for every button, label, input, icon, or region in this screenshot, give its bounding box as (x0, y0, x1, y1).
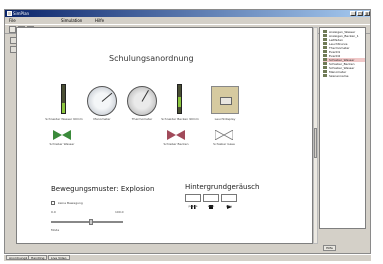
canvas[interactable]: Schulungsanordnung Schneider Wasser 90mm… (16, 27, 313, 244)
component-icon (323, 54, 327, 57)
slider-min-label: 0.0 (51, 210, 56, 214)
window-title: SimPlan (13, 11, 30, 16)
no-movement-label: keine Bewegung (58, 201, 83, 205)
slider-knob[interactable] (89, 219, 93, 225)
slider-caption: Mode (51, 228, 60, 232)
movement-slider[interactable] (51, 221, 123, 223)
component-icon (323, 42, 327, 45)
component-icon (323, 58, 327, 61)
pause-label: pause (188, 204, 198, 208)
component-label: Schneider Becken 90mm (161, 117, 199, 121)
menu-bar: File Simulation Hilfe (5, 17, 370, 24)
display-panel-icon[interactable] (211, 86, 239, 114)
component-label: Manometer (93, 117, 111, 121)
valve-green-icon[interactable] (53, 130, 71, 140)
tab-anordnung[interactable]: Anordnung1 (6, 255, 31, 260)
level-bar-icon[interactable] (177, 84, 182, 114)
tab-handling[interactable]: Handling (28, 255, 48, 260)
component-label: Schieber Wasser (49, 142, 75, 146)
manometer-gauge-icon[interactable] (87, 86, 117, 116)
help-button[interactable]: Hilfe (323, 245, 336, 251)
movement-title: Bewegungsmuster: Explosion (51, 185, 155, 193)
no-movement-checkbox[interactable] (51, 201, 55, 205)
close-button[interactable]: x (364, 11, 370, 16)
stop-label: stop (207, 204, 215, 208)
component-icon (323, 62, 327, 65)
stop-button[interactable] (203, 194, 219, 209)
menu-help[interactable]: Hilfe (95, 17, 104, 24)
play-label: play (225, 204, 233, 208)
level-bar-icon[interactable] (61, 84, 66, 114)
component-icon (323, 50, 327, 53)
thermometer-gauge-icon[interactable] (127, 86, 157, 116)
minimize-button[interactable]: _ (350, 11, 356, 16)
pause-button[interactable] (185, 194, 201, 209)
maximize-button[interactable]: □ (357, 11, 363, 16)
noise-title: Hintergrundgeräusch (185, 183, 260, 191)
tree-item[interactable]: Szenenname (323, 74, 365, 78)
scrollbar-thumb[interactable] (314, 128, 317, 158)
canvas-scrollbar[interactable] (313, 27, 318, 244)
valve-red-icon[interactable] (167, 130, 185, 140)
component-label: Thermometer (131, 117, 153, 121)
component-icon (323, 34, 327, 37)
component-tree: Anzeigen_Wasser Anzeigen_Becken_1 Leitfa… (323, 30, 365, 78)
component-icon (323, 66, 327, 69)
status-bar: Anordnung1 Handling Live Video (4, 254, 371, 261)
play-button[interactable] (221, 194, 237, 209)
component-label: Leuchtdisplay (214, 117, 236, 121)
component-label: Schieber Gase (213, 142, 235, 146)
component-icon (323, 38, 327, 41)
tab-live-video[interactable]: Live Video (48, 255, 70, 260)
menu-simulation[interactable]: Simulation (61, 17, 82, 24)
component-icon (323, 74, 327, 77)
component-label: Schneider Wasser 90mm (45, 117, 83, 121)
valve-grey-icon[interactable] (215, 130, 233, 140)
slider-max-label: 100.0 (115, 210, 124, 214)
component-icon (323, 30, 327, 33)
component-icon (323, 70, 327, 73)
component-tree-panel: Anzeigen_Wasser Anzeigen_Becken_1 Leitfa… (319, 27, 366, 229)
component-icon (323, 46, 327, 49)
tree-item-label: Szenenname (329, 74, 349, 78)
canvas-title: Schulungsanordnung (109, 54, 194, 63)
app-icon (7, 11, 12, 16)
new-icon[interactable] (9, 26, 16, 33)
component-label: Schieber Becken (163, 142, 189, 146)
menu-file[interactable]: File (9, 17, 16, 24)
title-bar[interactable]: SimPlan _ □ x (5, 10, 370, 17)
